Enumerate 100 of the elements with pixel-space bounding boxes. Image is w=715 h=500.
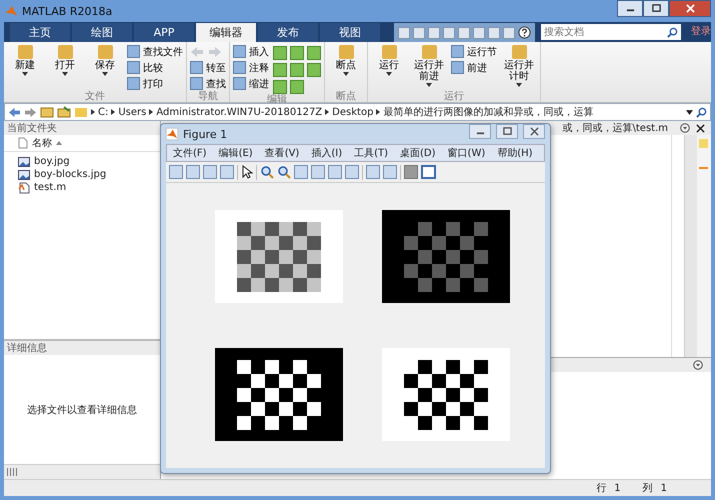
maximize-button[interactable]	[496, 124, 518, 139]
menu-item[interactable]: 插入(I)	[311, 146, 342, 160]
file-item[interactable]: boy-blocks.jpg	[18, 168, 160, 181]
maximize-button[interactable]	[643, 0, 669, 17]
ribbon-tab[interactable]: 发布	[258, 23, 318, 42]
toolbar-icon[interactable]	[294, 165, 308, 179]
toolbar-icon[interactable]	[421, 165, 436, 179]
pointer-icon[interactable]	[241, 165, 253, 179]
ribbon-button[interactable]: 比较	[127, 60, 183, 75]
zoom-in-icon[interactable]	[260, 165, 274, 179]
ribbon-button[interactable]: 注释	[233, 60, 269, 75]
caret-icon	[516, 83, 522, 87]
login-link[interactable]: 登录	[691, 24, 711, 38]
ribbon-button[interactable]: 前进	[451, 60, 497, 75]
toolbar-icon[interactable]	[366, 165, 380, 179]
column-header[interactable]: 名称	[4, 135, 160, 152]
ribbon-button[interactable]: 运行	[371, 44, 407, 91]
group-label: 导航	[197, 91, 219, 102]
toolbar-icon[interactable]	[398, 26, 410, 38]
menu-item[interactable]: 窗口(W)	[448, 146, 486, 160]
toolbar-icon[interactable]	[345, 165, 359, 179]
ribbon-button[interactable]: 缩进	[233, 76, 269, 91]
ribbon-button[interactable]: 保存	[87, 44, 123, 91]
path-segment[interactable]: 最简单的进行两图像的加减和异或，同或，运算	[383, 105, 594, 119]
ribbon-button[interactable]: 插入	[233, 44, 269, 59]
ribbon-tab[interactable]: 主页	[10, 23, 70, 42]
path-segment[interactable]: Users	[118, 106, 146, 118]
sort-arrow-icon	[56, 141, 62, 145]
ribbon-tab[interactable]: 视图	[320, 23, 380, 42]
close-button[interactable]	[669, 0, 711, 17]
menu-item[interactable]: 查看(V)	[264, 146, 300, 160]
forward-arrow-icon[interactable]	[24, 106, 37, 118]
path-segment[interactable]: Administrator.WIN7U-20180127Z	[156, 106, 322, 118]
group-label: 编辑	[266, 94, 288, 105]
toolbar-icon[interactable]	[311, 165, 325, 179]
ribbon-button[interactable]: 运行并计时	[501, 44, 537, 91]
back-arrow-icon[interactable]	[190, 46, 204, 58]
script-file-icon	[18, 182, 30, 194]
path-segment[interactable]: Desktop	[332, 106, 374, 118]
dropdown-arrow-icon[interactable]	[686, 110, 693, 114]
caret-icon	[343, 72, 349, 76]
toolbar-icon[interactable]	[503, 26, 515, 38]
minimize-button[interactable]	[617, 0, 643, 17]
search-icon[interactable]	[696, 106, 707, 118]
search-icon	[667, 27, 678, 38]
toolbar-icon[interactable]	[413, 26, 425, 38]
panel-menu-icon[interactable]	[693, 360, 703, 370]
close-button[interactable]	[523, 124, 545, 139]
ribbon-button[interactable]: 新建	[7, 44, 43, 91]
help-icon[interactable]	[518, 26, 531, 39]
back-arrow-icon[interactable]	[8, 106, 21, 118]
toolbar-icon[interactable]	[169, 165, 183, 179]
ribbon-button[interactable]: 运行节	[451, 44, 497, 59]
ribbon-tab[interactable]: 绘图	[72, 23, 132, 42]
forward-arrow-icon[interactable]	[208, 46, 222, 58]
toolbar-icon[interactable]	[383, 165, 397, 179]
toolbar-icon[interactable]	[186, 165, 200, 179]
close-icon	[530, 127, 538, 136]
path-segment[interactable]: C:	[98, 106, 108, 118]
group-label: 断点	[335, 91, 357, 102]
file-item[interactable]: boy.jpg	[18, 155, 160, 168]
ribbon-button[interactable]: 运行并前进	[411, 44, 447, 91]
zoom-out-icon[interactable]	[277, 165, 291, 179]
row-label: 行	[596, 482, 606, 495]
menu-item[interactable]: 帮助(H)	[497, 146, 533, 160]
panel-menu-icon[interactable]	[680, 123, 690, 133]
ribbon-button[interactable]: 打印	[127, 76, 183, 91]
folder-up-icon[interactable]	[40, 106, 54, 118]
ribbon-button[interactable]: 查找	[190, 76, 226, 91]
path-separator-icon	[111, 109, 116, 115]
toolbar-icon[interactable]	[458, 26, 470, 38]
browse-folder-icon[interactable]	[57, 106, 71, 118]
ribbon-button[interactable]: 转至	[190, 60, 226, 75]
panel-title: 详细信息	[7, 342, 47, 355]
matlab-logo-icon	[166, 128, 178, 140]
menu-item[interactable]: 文件(F)	[173, 146, 207, 160]
scroll-bar[interactable]	[684, 135, 697, 357]
ribbon-button[interactable]: 断点	[328, 44, 364, 91]
menu-item[interactable]: 编辑(E)	[218, 146, 253, 160]
folder-icon	[74, 106, 88, 118]
file-item[interactable]: test.m	[18, 181, 160, 194]
toolbar-icon[interactable]	[488, 26, 500, 38]
ribbon-button[interactable]: 打开	[47, 44, 83, 91]
toolbar-icon[interactable]	[443, 26, 455, 38]
toolbar-icon[interactable]	[203, 165, 217, 179]
close-icon[interactable]	[696, 124, 705, 132]
panel-grip-icon[interactable]	[7, 468, 19, 476]
image-file-icon	[18, 168, 30, 180]
minimize-button[interactable]	[469, 124, 491, 139]
ribbon-tab[interactable]: 编辑器	[196, 23, 256, 42]
toolbar-icon[interactable]	[220, 165, 234, 179]
search-field[interactable]: 搜索文档	[541, 24, 681, 40]
menu-item[interactable]: 桌面(D)	[400, 146, 436, 160]
ribbon-button[interactable]: 查找文件	[127, 44, 183, 59]
ribbon-tab[interactable]: APP	[134, 23, 194, 42]
toolbar-icon[interactable]	[328, 165, 342, 179]
menu-item[interactable]: 工具(T)	[354, 146, 388, 160]
toolbar-icon[interactable]	[428, 26, 440, 38]
toolbar-icon[interactable]	[473, 26, 485, 38]
address-bar[interactable]: C: Users Administrator.WIN7U-20180127Z Desktop 最简单的进行两图像的加减和异或，同或，运算	[4, 103, 711, 121]
